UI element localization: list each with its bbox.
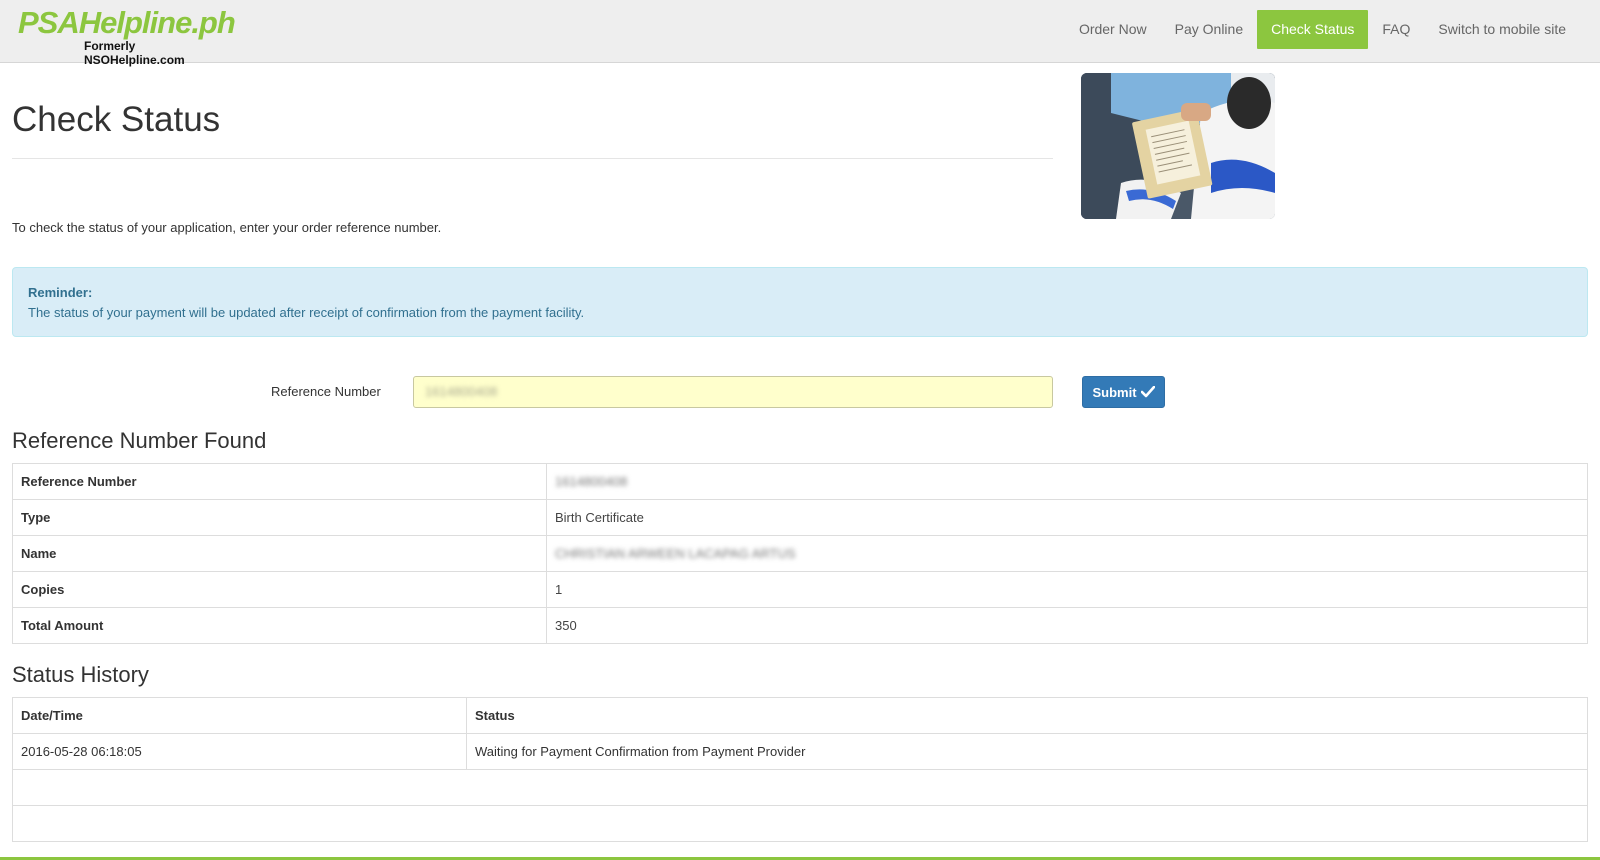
table-row-empty [12,805,1588,842]
alert-text: The status of your payment will be updat… [28,305,585,320]
found-value-reference: 1614800408 [555,474,628,489]
history-section-title: Status History [12,662,149,687]
nav-order-now[interactable]: Order Now [1065,10,1161,49]
table-row: 2016-05-28 06:18:05 Waiting for Payment … [12,733,1588,770]
reference-number-label: Reference Number [271,384,381,399]
submit-button[interactable]: Submit [1082,376,1165,408]
reminder-alert: Reminder: The status of your payment wil… [12,267,1588,337]
hero-image [1081,73,1275,219]
history-table: Date/Time Status 2016-05-28 06:18:05 Wai… [12,697,1588,842]
table-row: Name CHRISTIAN ARWEEN LACAPAG ARTUS [12,535,1588,572]
submit-label: Submit [1092,384,1137,400]
found-value-copies: 1 [546,571,1588,608]
found-key: Copies [12,571,547,608]
history-datetime: 2016-05-28 06:18:05 [12,733,467,770]
brand-logo[interactable]: PSAHelpline.ph Formerly NSOHelpline.com [18,5,238,68]
page-title: Check Status [12,100,221,139]
brand-subtitle: Formerly NSOHelpline.com [84,39,185,67]
found-value-type: Birth Certificate [546,499,1588,536]
nav-check-status[interactable]: Check Status [1257,10,1369,49]
check-icon [1140,386,1155,398]
title-divider [12,158,1053,159]
found-table: Reference Number 1614800408 Type Birth C… [12,463,1588,644]
table-row: Reference Number 1614800408 [12,463,1588,500]
column-header-status: Status [466,697,1588,734]
intro-text: To check the status of your application,… [12,220,442,235]
nav-faq[interactable]: FAQ [1368,10,1424,49]
brand-title: PSAHelpline.ph [18,5,236,40]
found-value-amount: 350 [546,607,1588,644]
hero-photo-illustration [1081,73,1275,219]
found-section-title: Reference Number Found [12,428,267,453]
empty-cell [12,769,1588,806]
top-navbar: PSAHelpline.ph Formerly NSOHelpline.com … [0,0,1600,68]
reference-number-input[interactable] [413,376,1053,408]
alert-title: Reminder: [28,285,93,300]
table-row-empty [12,769,1588,806]
history-status: Waiting for Payment Confirmation from Pa… [466,733,1588,770]
nav-pay-online[interactable]: Pay Online [1161,10,1257,49]
nav-switch-mobile[interactable]: Switch to mobile site [1424,10,1580,49]
table-row: Copies 1 [12,571,1588,608]
table-row: Total Amount 350 [12,607,1588,644]
found-key: Reference Number [12,463,547,500]
found-key: Name [12,535,547,572]
found-value-name: CHRISTIAN ARWEEN LACAPAG ARTUS [555,546,796,561]
main-nav: Order Now Pay Online Check Status FAQ Sw… [1065,10,1580,49]
empty-cell [12,805,1588,842]
found-key: Total Amount [12,607,547,644]
found-key: Type [12,499,547,536]
column-header-datetime: Date/Time [12,697,467,734]
table-header-row: Date/Time Status [12,697,1588,734]
table-row: Type Birth Certificate [12,499,1588,536]
